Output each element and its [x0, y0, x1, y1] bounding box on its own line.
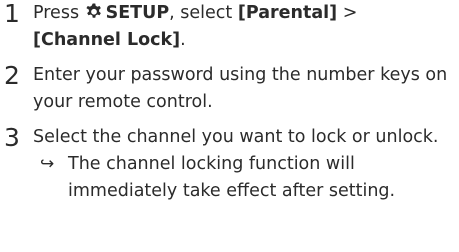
setup-key-label: SETUP [105, 3, 170, 23]
step-1: 1 Press SETUP, select [Parental] > [Chann… [0, 0, 459, 54]
step-number: 2 [4, 61, 20, 90]
result-arrow-icon: ↪ [40, 154, 55, 174]
step-2: 2 Enter your password using the number k… [0, 61, 459, 116]
step-number: 1 [4, 0, 20, 28]
instruction-steps: 1 Press SETUP, select [Parental] > [Chann… [0, 0, 459, 205]
result-text: The channel locking function will immedi… [68, 154, 396, 201]
step-number: 3 [4, 123, 20, 152]
step-result: ↪ The channel locking function will imme… [38, 151, 459, 205]
step-text: Press SETUP, select [Parental] > [Channel… [33, 3, 358, 50]
menu-channel-lock: [Channel Lock] [33, 30, 181, 50]
step-text: Enter your password using the number key… [33, 65, 448, 112]
step-text: Select the channel you want to lock or u… [33, 127, 439, 147]
step-3: 3 Select the channel you want to lock or… [0, 123, 459, 205]
gear-icon [86, 3, 101, 18]
menu-parental: [Parental] [237, 3, 338, 23]
